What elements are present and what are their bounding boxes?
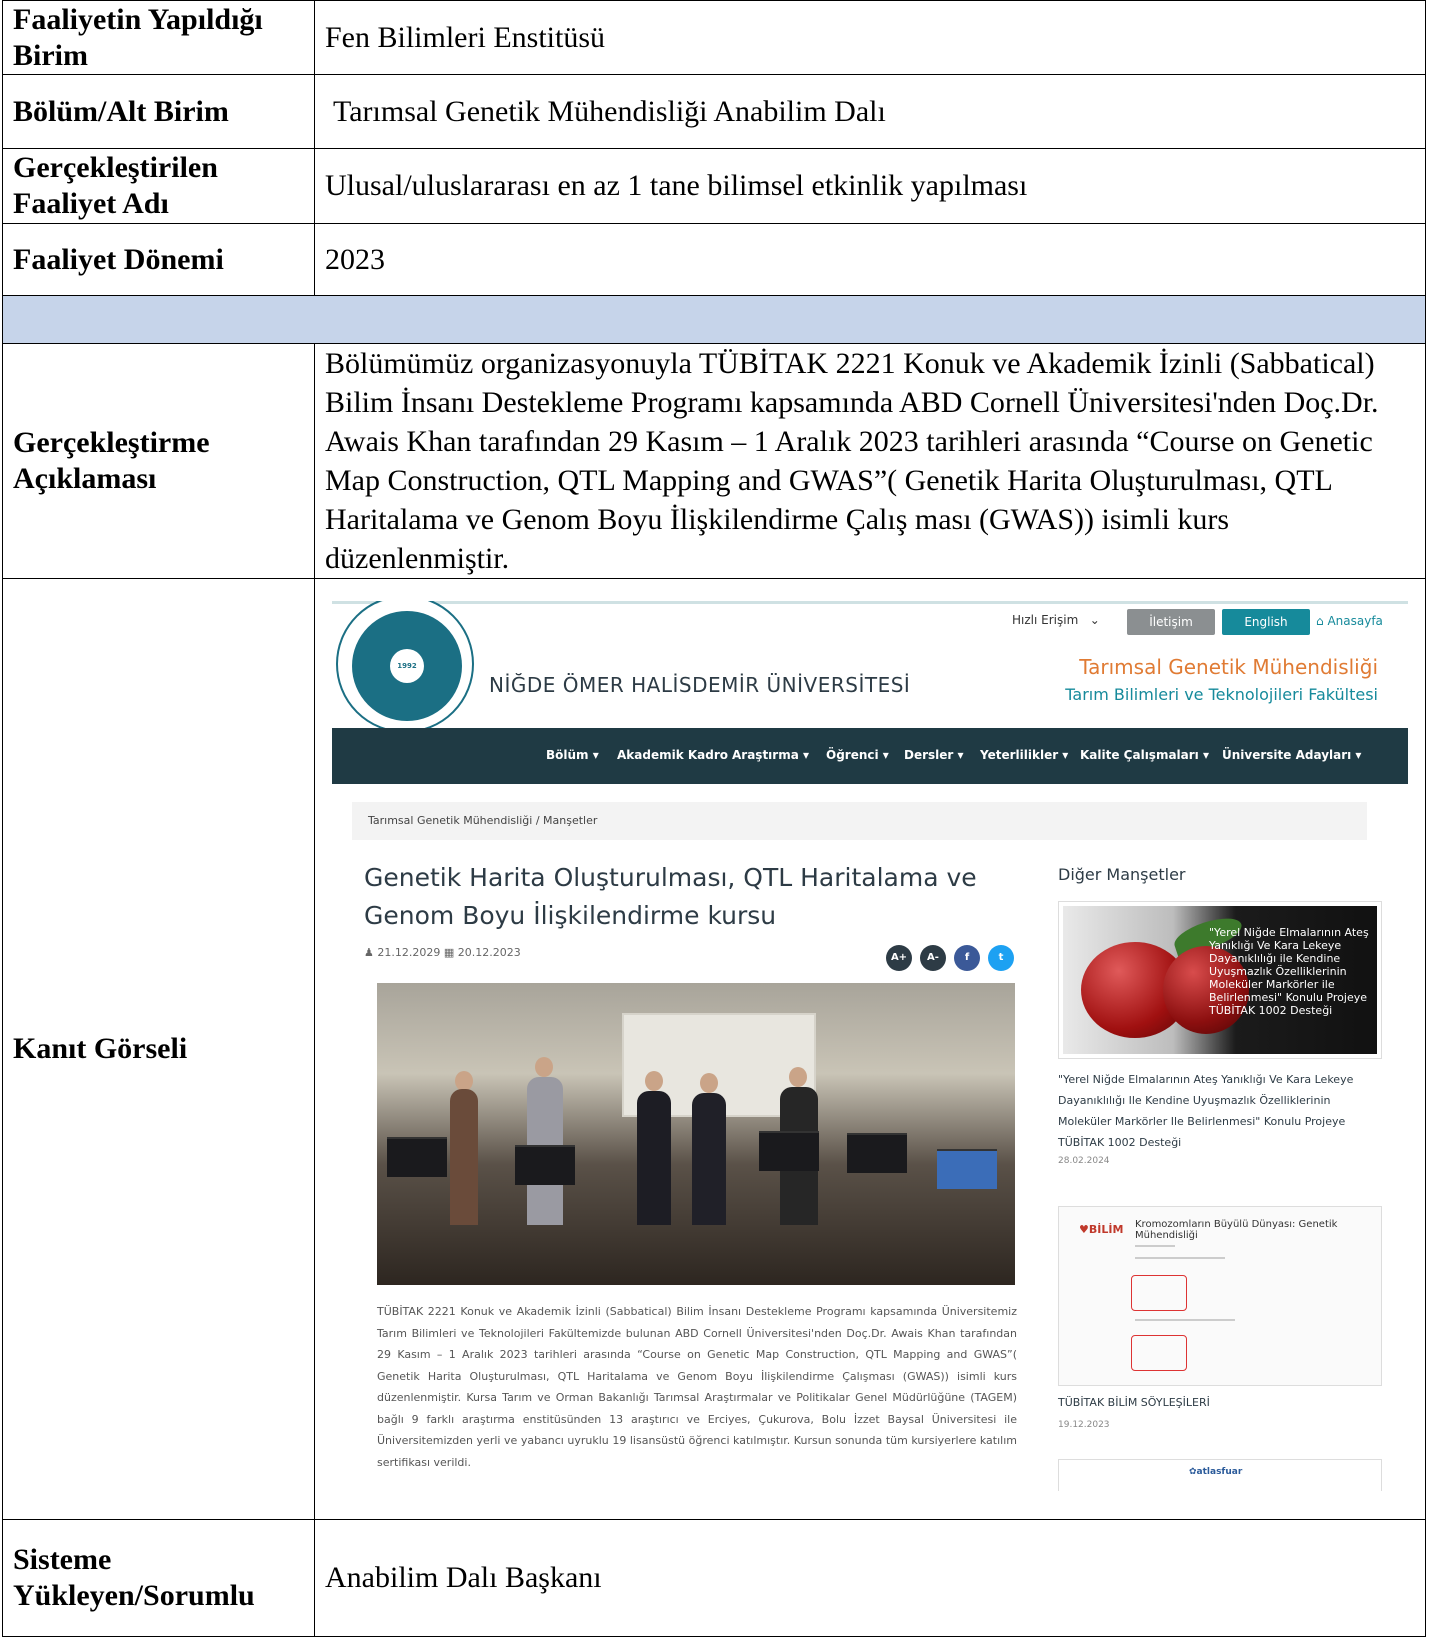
chevron-down-icon: ⌄ [1082,613,1100,627]
news-date-bilim: 19.12.2023 [1058,1420,1110,1430]
news-card-apple[interactable]: "Yerel Niğde Elmalarının Ateş Yanıklığı … [1058,901,1382,1059]
home-link[interactable]: ⌂ Anasayfa [1316,614,1383,628]
logo-year: 1992 [390,649,424,683]
article-title: Genetik Harita Oluşturulması, QTL Harita… [364,863,977,930]
apple-image-caption: "Yerel Niğde Elmalarının Ateş Yanıklığı … [1209,926,1369,1017]
main-nav: Bölüm ▾ Akademik Kadro Araştırma ▾ Öğren… [332,728,1408,784]
nav-item-dersler[interactable]: Dersler ▾ [904,748,964,762]
top-strip [332,601,1408,604]
activity-value: Ulusal/uluslararası en az 1 tane bilimse… [314,148,1426,224]
apple-image: "Yerel Niğde Elmalarının Ateş Yanıklığı … [1063,906,1377,1054]
quick-access-dropdown[interactable]: Hızlı Erişim ⌄ [1012,613,1100,627]
person-head [645,1071,663,1091]
monitor [515,1145,575,1185]
bilim-logo: ♥BİLİM [1079,1223,1124,1236]
poster-text-line [1135,1245,1175,1247]
activity-label: Gerçekleştirilen Faaliyet Adı [2,148,315,224]
nav-item-ogrenci[interactable]: Öğrenci ▾ [826,748,889,762]
uploader-label: Sisteme Yükleyen/Sorumlu [2,1519,315,1637]
monitor [847,1133,907,1173]
faculty-title: Tarım Bilimleri ve Teknolojileri Fakülte… [1065,685,1378,704]
nav-item-bolum[interactable]: Bölüm ▾ [546,748,599,762]
description-value: Bölümümüz organizasyonuyla TÜBİTAK 2221 … [314,343,1426,579]
nav-item-akademik-kadro[interactable]: Akademik Kadro [617,748,728,762]
evidence-label: Kanıt Görseli [2,578,315,1520]
uploader-value: Anabilim Dalı Başkanı [314,1519,1426,1637]
university-name: NİĞDE ÖMER HALİSDEMİR ÜNİVERSİTESİ [489,673,911,697]
quick-access-label: Hızlı Erişim [1012,613,1079,627]
nav-item-universite-adaylari[interactable]: Üniversite Adayları ▾ [1222,748,1361,762]
period-label: Faaliyet Dönemi [2,223,315,296]
nav-item-kalite[interactable]: Kalite Çalışmaları ▾ [1080,748,1209,762]
nav-item-arastirma[interactable]: Araştırma ▾ [732,748,809,762]
contact-button[interactable]: İletişim [1127,609,1215,635]
section-divider [2,295,1426,344]
sidebar-heading: Diğer Manşetler [1058,865,1186,884]
university-logo: 1992 [336,601,474,733]
font-increase-icon[interactable]: A+ [886,945,912,971]
person-body [692,1093,726,1225]
person-body [450,1089,478,1225]
person-body [637,1091,671,1225]
news-title-bilim[interactable]: TÜBİTAK BİLİM SÖYLEŞİLERİ [1058,1396,1210,1409]
person-head [535,1057,553,1077]
person-head [700,1073,718,1093]
poster-highlight-box [1131,1275,1187,1311]
person-head [789,1067,807,1087]
poster-text-line [1135,1257,1225,1259]
facebook-icon[interactable]: f [954,945,980,971]
period-value: 2023 [314,223,1426,296]
unit-label: Faaliyetin Yapıldığı Birim [2,0,315,75]
article-dates: ♟ 21.12.2029 ▦ 20.12.2023 [364,946,521,959]
nav-item-yeterlilikler[interactable]: Yeterlilikler ▾ [980,748,1068,762]
monitor [759,1131,819,1171]
font-decrease-icon[interactable]: A- [920,945,946,971]
dept-value: Tarımsal Genetik Mühendisliği Anabilim D… [314,74,1426,149]
twitter-icon[interactable]: t [988,945,1014,971]
poster-highlight-box [1131,1335,1187,1371]
poster-title: Kromozomların Büyülü Dünyası: Genetik Mü… [1135,1219,1338,1241]
monitor [387,1137,447,1177]
news-title-apple[interactable]: "Yerel Niğde Elmalarının Ateş Yanıklığı … [1058,1069,1378,1153]
article-body: TÜBİTAK 2221 Konuk ve Akademik İzinli (S… [377,1305,1017,1469]
website-screenshot: 1992 NİĞDE ÖMER HALİSDEMİR ÜNİVERSİTESİ … [332,601,1408,1491]
news-date-apple: 28.02.2024 [1058,1156,1110,1166]
poster-text-line [1135,1319,1235,1321]
person-head [455,1071,473,1091]
monitor [937,1149,997,1189]
news-card-bilim[interactable]: ♥BİLİM Kromozomların Büyülü Dünyası: Gen… [1058,1206,1382,1386]
breadcrumb[interactable]: Tarımsal Genetik Mühendisliği / Manşetle… [352,802,1367,840]
classroom-photo [377,983,1015,1285]
description-label: Gerçekleştirme Açıklaması [2,343,315,579]
home-link-label: Anasayfa [1327,614,1383,628]
english-button[interactable]: English [1222,609,1310,635]
dept-label: Bölüm/Alt Birim [2,74,315,149]
department-title: Tarımsal Genetik Mühendisliği [1079,655,1378,679]
atlasfuar-logo: ✿atlasfuar [1189,1467,1243,1477]
unit-value: Fen Bilimleri Enstitüsü [314,0,1426,75]
news-card-atlasfuar[interactable]: ✿atlasfuar [1058,1459,1382,1491]
home-icon: ⌂ [1316,614,1328,628]
